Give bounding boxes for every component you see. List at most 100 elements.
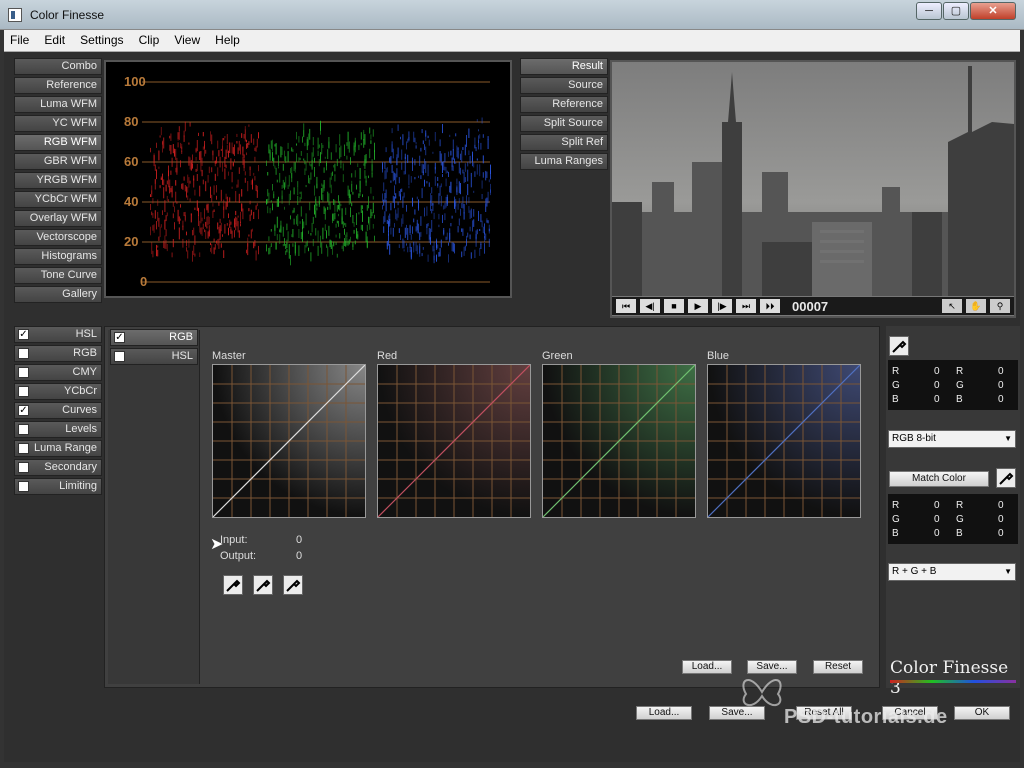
- menu-clip[interactable]: Clip: [133, 30, 166, 50]
- scope-tab-label: Reference: [46, 79, 97, 91]
- preview-tab-reference[interactable]: Reference: [520, 96, 608, 113]
- curve-editor-red[interactable]: [377, 364, 531, 518]
- channel-label: R: [956, 366, 964, 377]
- black-point-eyedropper-icon[interactable]: [223, 575, 243, 595]
- correction-tab-ycbcr[interactable]: YCbCr: [14, 383, 102, 400]
- checkbox[interactable]: [114, 351, 125, 362]
- scope-tab-yrgb-wfm[interactable]: YRGB WFM: [14, 172, 102, 189]
- curve-grid: [213, 365, 365, 517]
- go-end-button[interactable]: ⏭: [736, 299, 756, 313]
- go-start-button[interactable]: ⏮: [616, 299, 636, 313]
- checkbox[interactable]: [18, 348, 29, 359]
- scope-tab-vectorscope[interactable]: Vectorscope: [14, 229, 102, 246]
- checkbox[interactable]: [18, 386, 29, 397]
- footer-load-button[interactable]: Load...: [636, 706, 692, 720]
- preview-tab-split-source[interactable]: Split Source: [520, 115, 608, 132]
- ok-button[interactable]: OK: [954, 706, 1010, 720]
- scope-tab-ycbcr-wfm[interactable]: YCbCr WFM: [14, 191, 102, 208]
- menu-file[interactable]: File: [4, 30, 35, 50]
- hand-tool-icon[interactable]: ✋: [966, 299, 986, 313]
- checkbox[interactable]: [18, 462, 29, 473]
- correction-tab-luma-range[interactable]: Luma Range: [14, 440, 102, 457]
- watermark-text: PSD-tutorials.de: [784, 706, 948, 728]
- correction-tab-cmy[interactable]: CMY: [14, 364, 102, 381]
- channel-select[interactable]: R + G + B ▼: [888, 563, 1016, 581]
- curves-load-button[interactable]: Load...: [682, 660, 732, 674]
- channel-value: 0: [934, 380, 940, 391]
- channel-value: R + G + B: [892, 566, 937, 577]
- menu-edit[interactable]: Edit: [38, 30, 71, 50]
- curve-editor-master[interactable]: [212, 364, 366, 518]
- bit-depth-select[interactable]: RGB 8-bit ▼: [888, 430, 1016, 448]
- stop-button[interactable]: ■: [664, 299, 684, 313]
- correction-tab-levels[interactable]: Levels: [14, 421, 102, 438]
- maximize-button[interactable]: ▢: [943, 2, 969, 20]
- channel-value: 0: [934, 528, 940, 539]
- checkbox[interactable]: ✓: [18, 329, 29, 340]
- app-window: Color Finesse ─ ▢ ✕ File Edit Settings C…: [0, 0, 1024, 768]
- correction-tab-hsl[interactable]: ✓ HSL: [14, 326, 102, 343]
- output-label: Output:: [220, 550, 257, 562]
- correction-tab-curves[interactable]: ✓ Curves: [14, 402, 102, 419]
- scope-tab-label: Tone Curve: [40, 269, 97, 281]
- scope-tab-combo[interactable]: Combo: [14, 58, 102, 75]
- menu-help[interactable]: Help: [209, 30, 246, 50]
- preview-tab-split-ref[interactable]: Split Ref: [520, 134, 608, 151]
- curves-subtab-rgb[interactable]: ✓ RGB: [110, 329, 198, 346]
- checkbox[interactable]: [18, 424, 29, 435]
- minimize-button[interactable]: ─: [916, 2, 942, 20]
- menu-view[interactable]: View: [168, 30, 206, 50]
- checkbox[interactable]: [18, 481, 29, 492]
- brand-logo: Color Finesse 3: [890, 658, 1009, 698]
- channel-value: 0: [998, 500, 1004, 511]
- channel-label: G: [892, 380, 900, 391]
- menu-settings[interactable]: Settings: [74, 30, 129, 50]
- scope-tab-tone-curve[interactable]: Tone Curve: [14, 267, 102, 284]
- scope-tab-histograms[interactable]: Histograms: [14, 248, 102, 265]
- channel-value: 0: [934, 394, 940, 405]
- bit-depth-value: RGB 8-bit: [892, 433, 936, 444]
- pointer-tool-icon[interactable]: ↖: [942, 299, 962, 313]
- preview-tab-luma-ranges[interactable]: Luma Ranges: [520, 153, 608, 170]
- correction-tab-secondary[interactable]: Secondary: [14, 459, 102, 476]
- scope-tab-rgb-wfm[interactable]: RGB WFM: [14, 134, 102, 151]
- preview-tab-result[interactable]: Result: [520, 58, 608, 75]
- correction-tab-limiting[interactable]: Limiting: [14, 478, 102, 495]
- checkbox[interactable]: [18, 367, 29, 378]
- channel-label: R: [956, 500, 964, 511]
- curves-subtab-hsl[interactable]: HSL: [110, 348, 198, 365]
- step-forward-button[interactable]: |▶: [712, 299, 732, 313]
- scope-tab-gbr-wfm[interactable]: GBR WFM: [14, 153, 102, 170]
- checkbox[interactable]: [18, 443, 29, 454]
- match-eyedropper-icon[interactable]: [996, 468, 1016, 488]
- step-back-button[interactable]: ◀|: [640, 299, 660, 313]
- curve-editor-blue[interactable]: [707, 364, 861, 518]
- scope-tab-yc-wfm[interactable]: YC WFM: [14, 115, 102, 132]
- play-button[interactable]: ▶: [688, 299, 708, 313]
- curve-editor-green[interactable]: [542, 364, 696, 518]
- correction-tab-rgb[interactable]: RGB: [14, 345, 102, 362]
- preview-tab-source[interactable]: Source: [520, 77, 608, 94]
- sample-eyedropper-icon[interactable]: [889, 336, 909, 356]
- gray-point-eyedropper-icon[interactable]: [253, 575, 273, 595]
- scope-tab-overlay-wfm[interactable]: Overlay WFM: [14, 210, 102, 227]
- scope-tab-label: Gallery: [62, 288, 97, 300]
- channel-label: G: [892, 514, 900, 525]
- checkbox[interactable]: ✓: [114, 332, 125, 343]
- butterfly-watermark-icon: [742, 679, 782, 707]
- checkbox[interactable]: ✓: [18, 405, 29, 416]
- wfm-ylabel-40: 40: [124, 194, 139, 209]
- channel-label: G: [956, 514, 964, 525]
- scope-tab-reference[interactable]: Reference: [14, 77, 102, 94]
- zoom-tool-icon[interactable]: ⚲: [990, 299, 1010, 313]
- scope-tab-luma-wfm[interactable]: Luma WFM: [14, 96, 102, 113]
- close-button[interactable]: ✕: [970, 2, 1016, 20]
- curve-grid: [543, 365, 695, 517]
- curves-reset-button[interactable]: Reset: [813, 660, 863, 674]
- scope-tab-label: YCbCr WFM: [34, 193, 97, 205]
- wfm-ylabel-60: 60: [124, 154, 139, 169]
- match-color-button[interactable]: Match Color: [889, 471, 989, 487]
- loop-button[interactable]: ⏵⏵: [760, 299, 780, 313]
- white-point-eyedropper-icon[interactable]: [283, 575, 303, 595]
- scope-tab-gallery[interactable]: Gallery: [14, 286, 102, 303]
